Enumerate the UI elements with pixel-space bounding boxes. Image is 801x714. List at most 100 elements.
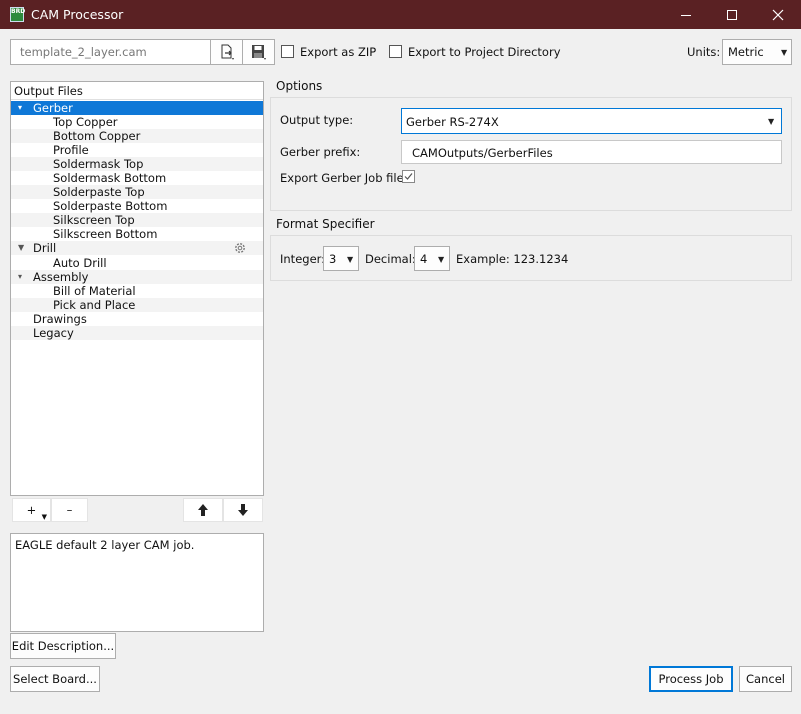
- tree-item-label: Pick and Place: [53, 298, 136, 312]
- tree-item-label: Gerber: [33, 101, 73, 115]
- tree-item-gerber[interactable]: ▾ Gerber: [11, 101, 263, 115]
- tree-item-label: Drill: [33, 241, 57, 255]
- tree-item-label: Drawings: [33, 312, 87, 326]
- decimal-label: Decimal:: [365, 252, 416, 266]
- units-select[interactable]: Metric ▼: [722, 39, 792, 65]
- gerber-prefix-value: CAMOutputs/GerberFiles: [412, 146, 553, 160]
- decimal-select[interactable]: 4 ▼: [414, 246, 450, 271]
- units-label: Units:: [687, 45, 721, 59]
- integer-select[interactable]: 3 ▼: [323, 246, 359, 271]
- options-header: Options: [276, 79, 323, 93]
- gerber-prefix-label: Gerber prefix:: [280, 145, 361, 159]
- minimize-icon: [681, 14, 691, 16]
- process-job-label: Process Job: [658, 672, 724, 686]
- integer-value: 3: [329, 252, 337, 266]
- tree-item-label: Solderpaste Top: [53, 185, 145, 199]
- tree-item-label: Silkscreen Top: [53, 213, 135, 227]
- tree-item-soldermask-bottom[interactable]: Soldermask Bottom: [11, 171, 263, 185]
- tree-item-solderpaste-bottom[interactable]: Solderpaste Bottom: [11, 199, 263, 213]
- tree-item-pick-and-place[interactable]: Pick and Place: [11, 298, 263, 312]
- chevron-down-icon: ▼: [41, 513, 47, 521]
- chevron-down-icon: ▼: [347, 255, 354, 264]
- chevron-down-icon: ▼: [781, 48, 788, 57]
- export-project-dir-label: Export to Project Directory: [408, 45, 561, 59]
- maximize-icon: [727, 9, 737, 20]
- gerber-prefix-input[interactable]: CAMOutputs/GerberFiles: [401, 140, 782, 164]
- tree-item-silkscreen-top[interactable]: Silkscreen Top: [11, 213, 263, 227]
- arrow-up-icon: [198, 504, 208, 516]
- window-title: CAM Processor: [31, 7, 124, 22]
- tree-item-auto-drill[interactable]: Auto Drill: [11, 256, 263, 270]
- title-bar: BRD CAM Processor: [0, 0, 801, 29]
- tree-item-top-copper[interactable]: Top Copper: [11, 115, 263, 129]
- open-file-icon: [221, 44, 234, 60]
- output-type-value: Gerber RS-274X: [406, 115, 499, 129]
- tree-item-label: Auto Drill: [53, 256, 107, 270]
- expand-arrow-icon: ▾: [18, 103, 23, 112]
- tree-item-bill-of-material[interactable]: Bill of Material: [11, 284, 263, 298]
- tree-action-bar: + ▼ –: [10, 497, 264, 523]
- integer-label: Integer:: [280, 252, 326, 266]
- select-board-label: Select Board...: [13, 672, 97, 686]
- format-header: Format Specifier: [276, 217, 375, 231]
- tree-item-label: Soldermask Bottom: [53, 171, 167, 185]
- tree-item-soldermask-top[interactable]: Soldermask Top: [11, 157, 263, 171]
- open-job-button[interactable]: [210, 39, 243, 65]
- decimal-value: 4: [420, 252, 428, 266]
- description-text: EAGLE default 2 layer CAM job.: [15, 538, 195, 552]
- close-button[interactable]: [755, 0, 801, 29]
- edit-description-label: Edit Description...: [11, 639, 115, 653]
- output-files-header: Output Files: [11, 82, 263, 100]
- process-job-button[interactable]: Process Job: [649, 666, 733, 692]
- description-box[interactable]: EAGLE default 2 layer CAM job.: [10, 533, 264, 632]
- output-type-label: Output type:: [280, 113, 354, 127]
- tree-item-label: Bottom Copper: [53, 129, 141, 143]
- add-output-button[interactable]: + ▼: [12, 498, 51, 522]
- tree-item-silkscreen-bottom[interactable]: Silkscreen Bottom: [11, 227, 263, 241]
- tree-item-label: Silkscreen Bottom: [53, 227, 158, 241]
- tree-item-label: Assembly: [33, 270, 89, 284]
- save-icon: [251, 45, 266, 60]
- tree-item-drill[interactable]: ▼ Drill: [11, 241, 263, 255]
- remove-output-button[interactable]: –: [51, 498, 88, 522]
- tree-item-label: Legacy: [33, 326, 74, 340]
- gear-icon[interactable]: [233, 241, 247, 255]
- format-example: Example: 123.1234: [456, 252, 569, 266]
- job-file-name: template_2_layer.cam: [20, 45, 147, 59]
- remove-icon: –: [66, 503, 73, 517]
- chevron-down-icon: ▼: [438, 255, 445, 264]
- tree-item-label: Top Copper: [53, 115, 118, 129]
- move-down-button[interactable]: [223, 498, 263, 522]
- tree-item-assembly[interactable]: ▾ Assembly: [11, 270, 263, 284]
- arrow-down-icon: [238, 504, 248, 516]
- minimize-button[interactable]: [663, 0, 709, 29]
- edit-description-button[interactable]: Edit Description...: [10, 633, 116, 659]
- tree-item-profile[interactable]: Profile: [11, 143, 263, 157]
- select-board-button[interactable]: Select Board...: [10, 666, 100, 692]
- units-value: Metric: [728, 45, 764, 59]
- close-icon: [772, 9, 784, 20]
- export-zip-label: Export as ZIP: [300, 45, 377, 59]
- move-up-button[interactable]: [183, 498, 223, 522]
- tree-item-drawings[interactable]: Drawings: [11, 312, 263, 326]
- checkmark-icon: [404, 173, 413, 180]
- maximize-button[interactable]: [709, 0, 755, 29]
- tree-item-solderpaste-top[interactable]: Solderpaste Top: [11, 185, 263, 199]
- tree-item-legacy[interactable]: Legacy: [11, 326, 263, 340]
- tree-item-bottom-copper[interactable]: Bottom Copper: [11, 129, 263, 143]
- export-zip-checkbox[interactable]: [281, 45, 294, 58]
- chevron-down-icon: ▼: [768, 117, 775, 126]
- cancel-label: Cancel: [746, 672, 785, 686]
- tree-item-label: Soldermask Top: [53, 157, 144, 171]
- tree-item-label: Profile: [53, 143, 89, 157]
- export-job-label: Export Gerber Job file:: [280, 171, 408, 185]
- cancel-button[interactable]: Cancel: [739, 666, 792, 692]
- export-job-checkbox[interactable]: [402, 170, 415, 183]
- output-files-title: Output Files: [14, 84, 83, 98]
- output-type-select[interactable]: Gerber RS-274X ▼: [401, 108, 782, 134]
- save-job-button[interactable]: [242, 39, 275, 65]
- tree-item-label: Bill of Material: [53, 284, 136, 298]
- export-project-dir-checkbox[interactable]: [389, 45, 402, 58]
- tree-item-label: Solderpaste Bottom: [53, 199, 168, 213]
- job-file-field[interactable]: template_2_layer.cam: [10, 39, 211, 65]
